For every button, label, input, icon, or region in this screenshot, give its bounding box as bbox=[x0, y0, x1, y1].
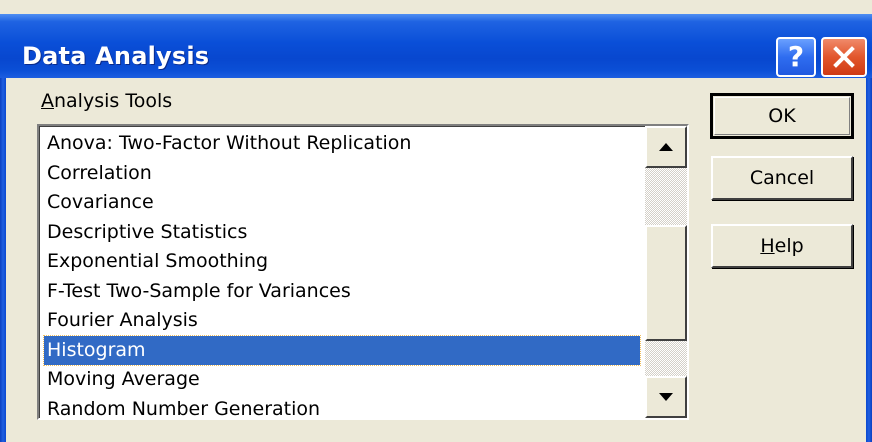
list-item[interactable]: Descriptive Statistics bbox=[44, 218, 640, 248]
question-mark-icon: ? bbox=[787, 40, 805, 73]
list-item[interactable]: Covariance bbox=[44, 188, 640, 218]
ok-label: OK bbox=[768, 105, 796, 127]
list-items: Anova: Two-Factor Without Replication Cor… bbox=[43, 129, 641, 419]
title-help-button[interactable]: ? bbox=[776, 37, 816, 77]
scroll-down-button[interactable] bbox=[645, 376, 687, 418]
close-button[interactable] bbox=[821, 37, 867, 77]
list-item[interactable]: Correlation bbox=[44, 159, 640, 189]
scroll-thumb[interactable] bbox=[645, 225, 687, 341]
data-analysis-dialog: Data Analysis ? Analysis Tools Anova: Tw… bbox=[0, 0, 872, 442]
list-item[interactable]: Anova: Two-Factor Without Replication bbox=[44, 129, 640, 159]
list-item[interactable]: Moving Average bbox=[44, 365, 640, 395]
cancel-label: Cancel bbox=[749, 167, 815, 189]
help-button[interactable]: Help bbox=[711, 224, 853, 268]
arrow-down-icon bbox=[659, 393, 673, 401]
arrow-up-icon bbox=[659, 143, 673, 151]
list-item[interactable]: Exponential Smoothing bbox=[44, 247, 640, 277]
analysis-tools-label: Analysis Tools bbox=[41, 90, 173, 112]
ok-button[interactable]: OK bbox=[710, 93, 854, 139]
title-bar[interactable]: Data Analysis ? bbox=[0, 14, 872, 78]
dialog-title: Data Analysis bbox=[22, 42, 210, 70]
list-item[interactable]: Random Number Generation bbox=[44, 395, 640, 419]
list-item[interactable]: F-Test Two-Sample for Variances bbox=[44, 277, 640, 307]
dialog-body: Analysis Tools Anova: Two-Factor Without… bbox=[6, 78, 866, 442]
help-label: Help bbox=[760, 235, 804, 257]
list-item[interactable]: Histogram bbox=[43, 334, 641, 366]
cancel-button[interactable]: Cancel bbox=[711, 156, 853, 200]
analysis-tools-list[interactable]: Anova: Two-Factor Without Replication Cor… bbox=[37, 124, 689, 420]
list-item[interactable]: Fourier Analysis bbox=[44, 306, 640, 336]
vertical-scrollbar[interactable] bbox=[645, 126, 687, 418]
window-border-right bbox=[866, 78, 872, 442]
scroll-up-button[interactable] bbox=[645, 126, 687, 168]
close-x-icon bbox=[833, 46, 855, 68]
